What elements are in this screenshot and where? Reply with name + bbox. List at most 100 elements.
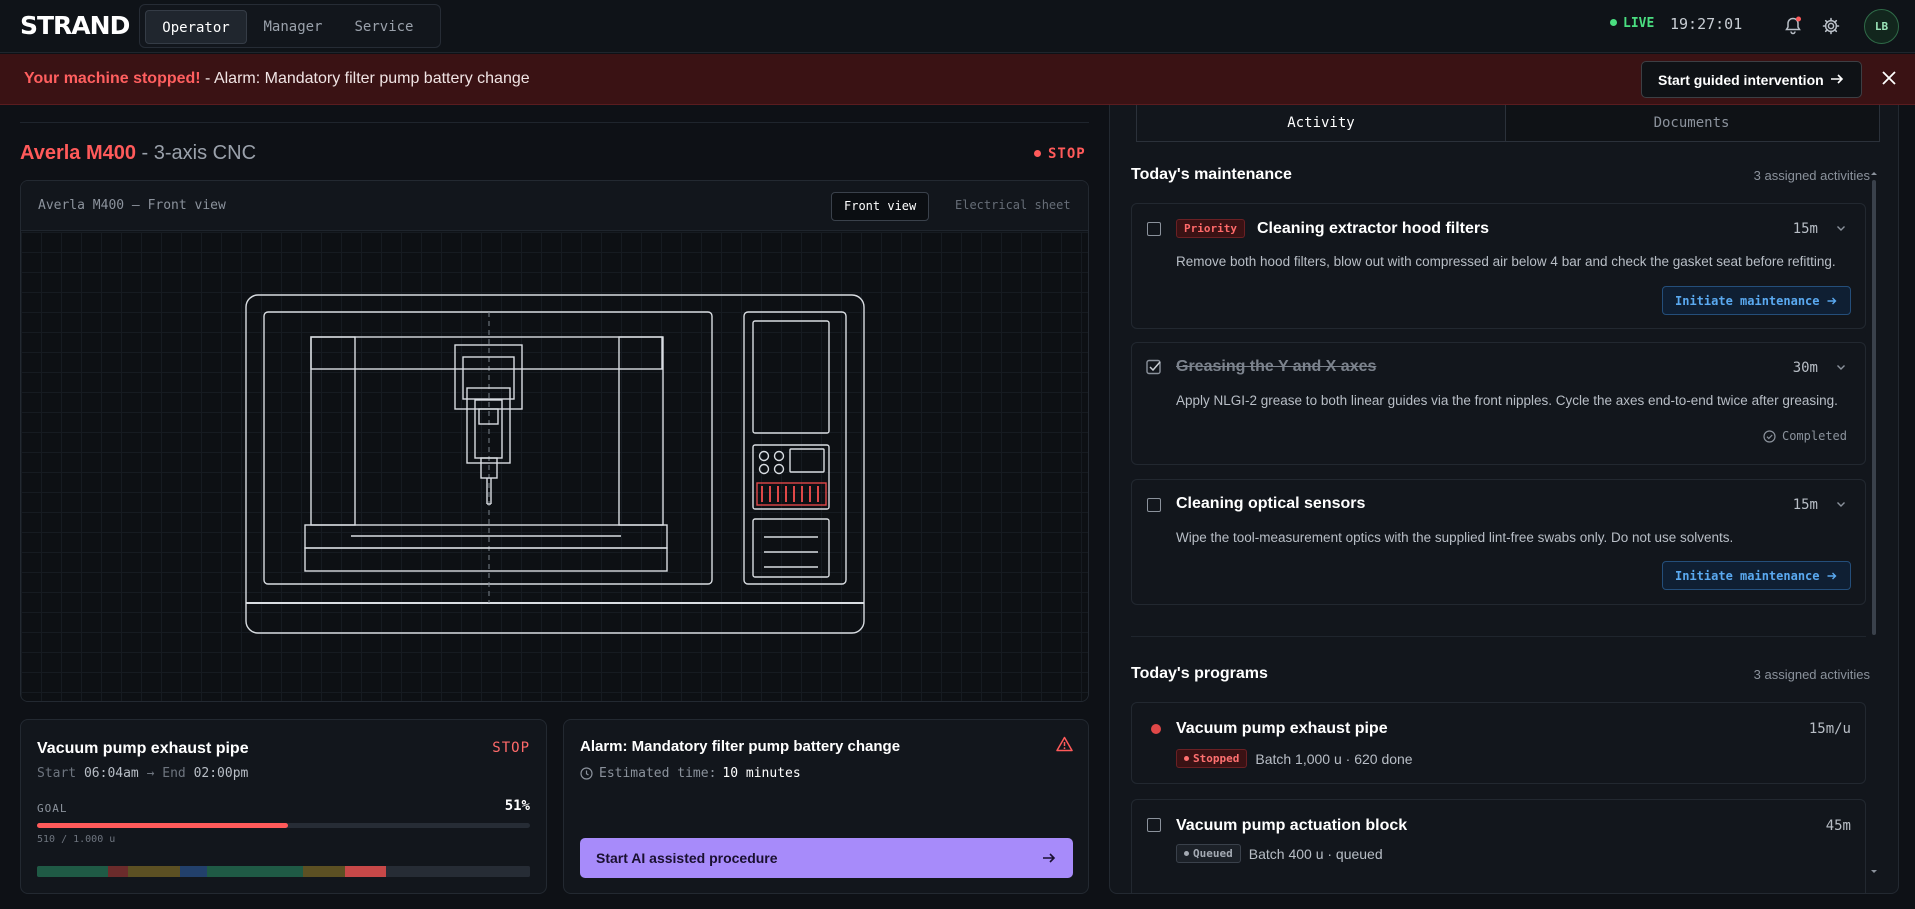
chevron-down-icon[interactable]	[1835, 498, 1847, 510]
app-logo[interactable]: STRAND	[20, 11, 130, 40]
live-label: LIVE	[1623, 16, 1655, 31]
program-rate: 45m	[1825, 818, 1851, 834]
goal-percent: 51%	[504, 798, 530, 814]
priority-badge: Priority	[1176, 219, 1245, 238]
task-checkbox[interactable]	[1147, 498, 1161, 512]
job-times: Start 06:04am → End 02:00pm	[37, 766, 248, 781]
maintenance-item[interactable]: Greasing the Y and X axes 30m Apply NLGI…	[1131, 342, 1866, 465]
task-header: Greasing the Y and X axes	[1176, 358, 1376, 376]
timeline-segment	[128, 866, 180, 877]
timeline-segment	[179, 866, 208, 877]
job-status: STOP	[492, 740, 530, 756]
program-meta: Stopped Batch 1,000 u · 620 done	[1176, 749, 1413, 768]
task-header: Cleaning optical sensors	[1176, 495, 1365, 513]
initiate-maintenance-button[interactable]: Initiate maintenance	[1662, 561, 1851, 590]
goal-count: 510 / 1.000 u	[37, 834, 116, 845]
close-icon[interactable]	[1880, 69, 1898, 87]
initiate-maintenance-button[interactable]: Initiate maintenance	[1662, 286, 1851, 315]
completed-label: Completed	[1781, 429, 1847, 443]
alarm-banner-message: Your machine stopped! - Alarm: Mandatory…	[24, 70, 530, 88]
arrow-right-icon: →	[146, 766, 155, 781]
program-checkbox[interactable]	[1147, 818, 1161, 832]
alarm-banner: Your machine stopped! - Alarm: Mandatory…	[0, 54, 1915, 105]
alarm-card: Alarm: Mandatory filter pump battery cha…	[563, 719, 1089, 894]
check-circle-icon	[1763, 429, 1776, 443]
initiate-label: Initiate maintenance	[1675, 568, 1820, 583]
cnc-machine-drawing	[245, 294, 865, 634]
panel-tabs: Activity Documents	[1136, 105, 1880, 142]
nav-tab-operator[interactable]: Operator	[145, 10, 247, 44]
machine-status-label: STOP	[1048, 146, 1086, 162]
viewer-header: Averla M400 — Front view Front view Elec…	[21, 181, 1088, 231]
machine-name: Averla M400	[20, 142, 136, 164]
top-bar: STRAND Operator Manager Service LIVE 19:…	[0, 0, 1915, 53]
alarm-banner-headline: Your machine stopped!	[24, 70, 201, 87]
timeline-segment	[108, 866, 129, 877]
checkbox-checked-icon[interactable]	[1146, 359, 1162, 375]
task-title: Cleaning optical sensors	[1176, 495, 1366, 512]
program-meta: Queued Batch 400 u · queued	[1176, 844, 1383, 863]
timeline-segment	[303, 866, 346, 877]
panel-scrollbar[interactable]	[1870, 170, 1878, 875]
arrow-right-icon	[1043, 853, 1056, 863]
bell-icon[interactable]	[1780, 13, 1806, 39]
timeline-segment	[385, 866, 530, 877]
goal-progress-bar	[37, 823, 530, 828]
tab-documents[interactable]: Documents	[1507, 105, 1876, 141]
end-time: 02:00pm	[193, 766, 249, 781]
machine-viewer: Averla M400 — Front view Front view Elec…	[20, 180, 1089, 702]
estimate-label: Estimated time:	[599, 766, 717, 781]
program-item[interactable]: Vacuum pump exhaust pipe 15m/u Stopped B…	[1131, 702, 1866, 784]
programs-count: 3 assigned activities	[1753, 667, 1870, 682]
machine-drawing-canvas[interactable]	[21, 232, 1088, 701]
running-status-dot-icon	[1151, 724, 1161, 734]
clock-icon	[580, 767, 593, 780]
badge-label: Stopped	[1193, 752, 1240, 765]
task-duration: 15m	[1792, 221, 1818, 237]
maintenance-item[interactable]: Priority Cleaning extractor hood filters…	[1131, 203, 1866, 329]
program-title: Vacuum pump actuation block	[1176, 817, 1408, 834]
current-job-card: Vacuum pump exhaust pipe STOP Start 06:0…	[20, 719, 547, 894]
machine-subtitle: - 3-axis CNC	[136, 142, 257, 164]
timeline-segment	[345, 866, 386, 877]
goal-progress-fill	[37, 823, 289, 828]
maintenance-count: 3 assigned activities	[1753, 168, 1870, 183]
task-description: Wipe the tool-measurement optics with th…	[1176, 530, 1734, 545]
chevron-down-icon[interactable]	[1835, 361, 1847, 373]
task-checkbox[interactable]	[1147, 222, 1161, 236]
front-view-button[interactable]: Front view	[831, 192, 930, 221]
arrow-right-icon	[1827, 572, 1837, 580]
maintenance-item[interactable]: Cleaning optical sensors 15m Wipe the to…	[1131, 479, 1866, 605]
maintenance-title: Today's maintenance	[1131, 166, 1292, 183]
ai-button-label: Start AI assisted procedure	[596, 850, 778, 866]
electrical-sheet-button[interactable]: Electrical sheet	[943, 192, 1083, 221]
task-header: Priority Cleaning extractor hood filters	[1176, 219, 1489, 238]
estimate-value: 10 minutes	[722, 766, 801, 781]
program-rate: 15m/u	[1808, 721, 1851, 737]
clock: 19:27:01	[1670, 15, 1743, 33]
badge-label: Queued	[1193, 847, 1233, 860]
scroll-up-icon[interactable]	[1870, 170, 1878, 176]
start-label: Start	[37, 766, 77, 781]
warning-icon	[1056, 736, 1073, 752]
programs-title: Today's programs	[1131, 665, 1268, 682]
start-ai-procedure-button[interactable]: Start AI assisted procedure	[580, 838, 1073, 878]
chevron-down-icon[interactable]	[1835, 222, 1847, 234]
machine-status: STOP	[1034, 146, 1086, 162]
program-item[interactable]: Vacuum pump actuation block 45m Queued B…	[1131, 799, 1866, 893]
status-dot-icon	[1034, 149, 1041, 157]
stopped-badge: Stopped	[1176, 749, 1248, 768]
scrollbar-thumb[interactable]	[1872, 180, 1876, 635]
goal-label: GOAL	[37, 802, 68, 815]
role-nav: Operator Manager Service	[139, 4, 441, 48]
tab-activity[interactable]: Activity	[1137, 105, 1506, 141]
live-indicator: LIVE	[1610, 16, 1654, 31]
job-title: Vacuum pump exhaust pipe	[37, 740, 249, 757]
nav-tab-manager[interactable]: Manager	[250, 10, 336, 44]
gear-icon[interactable]	[1818, 13, 1844, 39]
start-guided-intervention-button[interactable]: Start guided intervention	[1641, 61, 1862, 98]
avatar[interactable]: LB	[1864, 9, 1899, 44]
nav-tab-service[interactable]: Service	[340, 10, 428, 44]
shift-timeline	[37, 866, 530, 877]
scroll-down-icon[interactable]	[1870, 869, 1878, 875]
